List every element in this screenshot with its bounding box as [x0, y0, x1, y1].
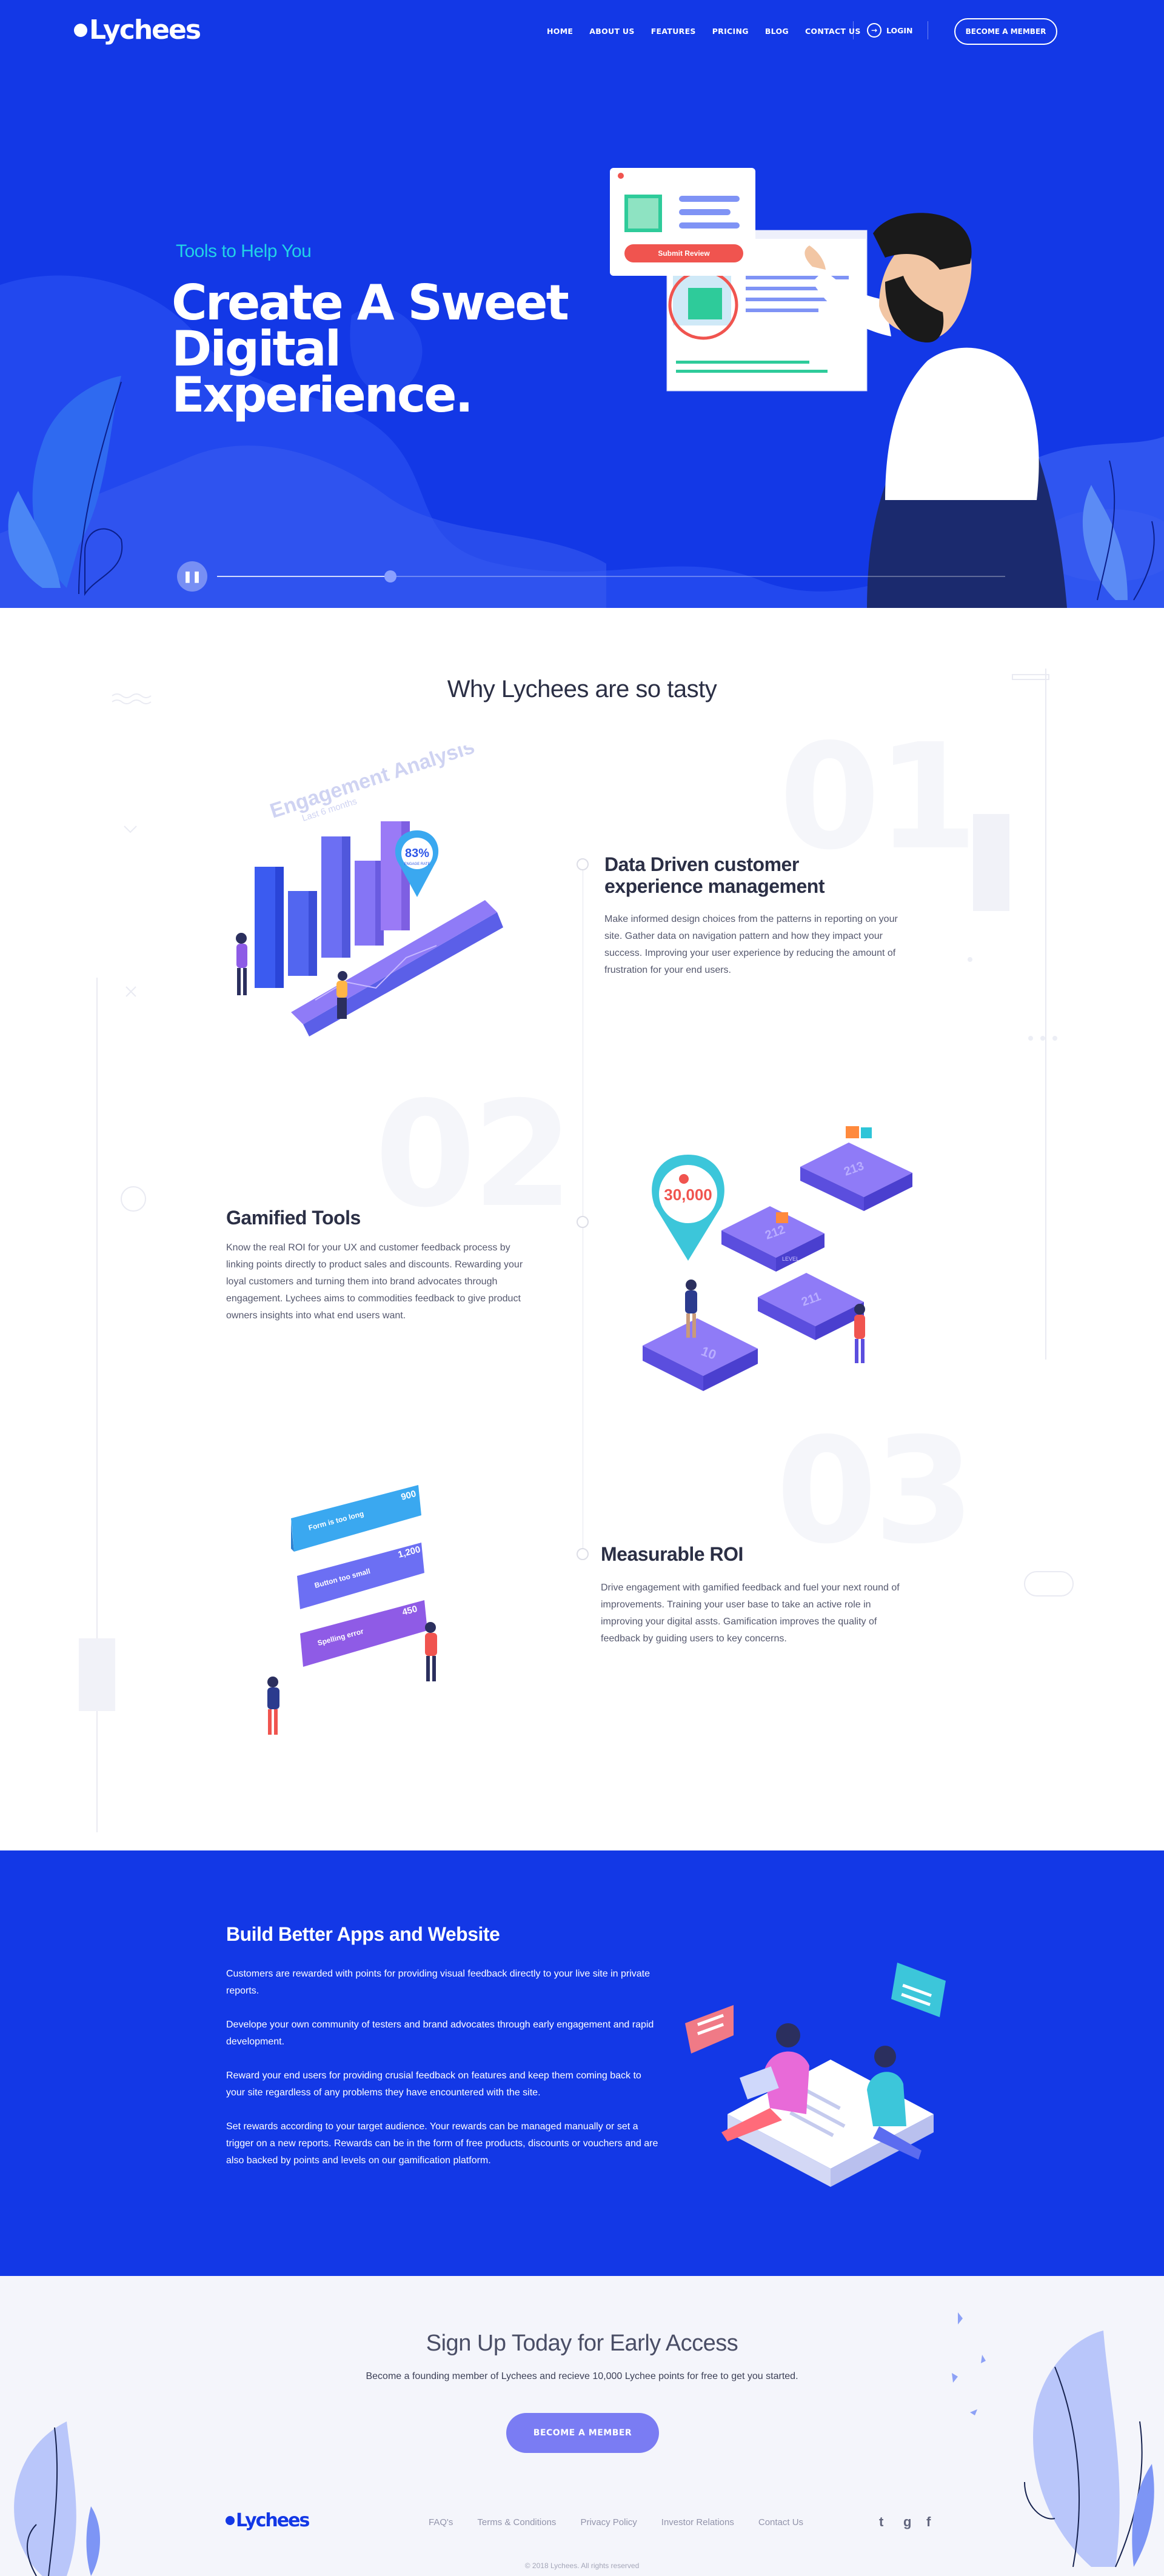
- feature-text-2: Know the real ROI for your UX and custom…: [226, 1243, 523, 1321]
- signup-plant-right-illustration: [952, 2312, 1154, 2568]
- feature-text-3: Drive engagement with gamified feedback …: [601, 1583, 900, 1644]
- timeline-dot: [577, 1548, 589, 1560]
- logo-dot-icon: [74, 23, 87, 37]
- signup-section: Sign Up Today for Early Access Become a …: [0, 2276, 1164, 2576]
- login-link[interactable]: → LOGIN: [867, 23, 913, 38]
- timeline-dot: [577, 1216, 589, 1228]
- hero-illustration: [610, 168, 1067, 608]
- level-label: LEVEL: [782, 1256, 799, 1262]
- main-nav: HOME ABOUT US FEATURES PRICING BLOG CONT…: [547, 27, 877, 36]
- feature-title-3: Measurable ROI: [601, 1543, 743, 1565]
- login-icon: →: [867, 23, 881, 38]
- nav-blog[interactable]: BLOG: [765, 27, 789, 36]
- footer-logo[interactable]: Lychees: [226, 2510, 310, 2531]
- build-title: Build Better Apps and Website: [226, 1923, 500, 1945]
- copyright: © 2018 Lychees. All rights reserved: [524, 2561, 640, 2570]
- nav-home[interactable]: HOME: [547, 27, 573, 36]
- illustration-percent: 83%: [405, 847, 429, 860]
- engagement-chart-illustration: Engagement Analysis Last 6 months 83% EN…: [236, 746, 503, 1036]
- build-paragraph: Customers are rewarded with points for p…: [226, 1969, 650, 1996]
- feature-number-02: 02: [375, 1070, 574, 1240]
- timeline-dot: [577, 858, 589, 870]
- build-paragraph: Develope your own community of testers a…: [226, 2020, 654, 2047]
- illustration-heading: Engagement Analysis: [267, 746, 478, 823]
- hero-subtitle: Tools to Help You: [176, 241, 312, 261]
- build-paragraph: Reward your end users for providing crus…: [226, 2070, 641, 2098]
- signup-plant-left-illustration: [14, 2421, 100, 2576]
- facebook-icon[interactable]: f: [926, 2514, 931, 2530]
- slider-progress-fill: [217, 576, 390, 577]
- footer-link-privacy[interactable]: Privacy Policy: [580, 2517, 637, 2528]
- plant-left-illustration: [8, 376, 123, 596]
- why-title: Why Lychees are so tasty: [447, 676, 717, 702]
- features-decorations: [79, 669, 1074, 1832]
- gamified-levels-illustration: 10 211 212 213 LEVEL 30,000: [643, 1126, 912, 1391]
- feature-text-1: Make informed design choices from the pa…: [604, 914, 898, 975]
- become-member-button[interactable]: BECOME A MEMBER: [954, 18, 1057, 45]
- hero-title: Create A Sweet Digital Experience.: [172, 275, 569, 423]
- footer-link-contact[interactable]: Contact Us: [758, 2517, 803, 2528]
- signup-subtitle: Become a founding member of Lychees and …: [366, 2371, 798, 2381]
- footer-links: FAQ's Terms & Conditions Privacy Policy …: [429, 2517, 828, 2528]
- slider-track[interactable]: [217, 570, 1005, 582]
- feedback-cards-illustration: Form is too long 900 Button too small 1,…: [267, 1485, 437, 1735]
- hero-section: Lychees HOME ABOUT US FEATURES PRICING B…: [0, 0, 1164, 608]
- google-icon[interactable]: g: [903, 2514, 911, 2530]
- twitter-icon[interactable]: t: [879, 2514, 883, 2530]
- pause-icon[interactable]: ❚❚: [177, 561, 207, 592]
- hero-card-button-text-layer: [765, 261, 782, 275]
- build-paragraph: Set rewards according to your target aud…: [226, 2121, 658, 2166]
- feature-title-1: Data Driven customer experience manageme…: [604, 853, 825, 897]
- build-section: Build Better Apps and Website Customers …: [0, 1850, 1164, 2276]
- feature-number-03: 03: [776, 1406, 975, 1576]
- brand-logo[interactable]: Lychees: [74, 15, 201, 45]
- hero-slider[interactable]: ❚❚: [177, 561, 1014, 592]
- footer-link-faqs[interactable]: FAQ's: [429, 2517, 453, 2528]
- submit-review-button: Submit Review: [658, 249, 710, 258]
- signup-title: Sign Up Today for Early Access: [426, 2331, 738, 2356]
- nav-contact-us[interactable]: CONTACT US: [805, 27, 861, 36]
- footer-link-investor[interactable]: Investor Relations: [661, 2517, 734, 2528]
- logo-dot-icon: [226, 2516, 235, 2525]
- nav-features[interactable]: FEATURES: [651, 27, 696, 36]
- illustration-percent-caption: ENGAGE RATE: [404, 863, 430, 866]
- nav-about-us[interactable]: ABOUT US: [589, 27, 634, 36]
- feature-title-2: Gamified Tools: [226, 1207, 361, 1229]
- collaboration-illustration: [685, 1963, 946, 2187]
- illustration-points: 30,000: [664, 1186, 712, 1204]
- nav-pricing[interactable]: PRICING: [712, 27, 749, 36]
- slider-knob[interactable]: [384, 570, 396, 582]
- signup-become-member-button[interactable]: BECOME A MEMBER: [506, 2413, 659, 2453]
- footer-link-terms[interactable]: Terms & Conditions: [477, 2517, 556, 2528]
- nav-divider: [853, 21, 854, 39]
